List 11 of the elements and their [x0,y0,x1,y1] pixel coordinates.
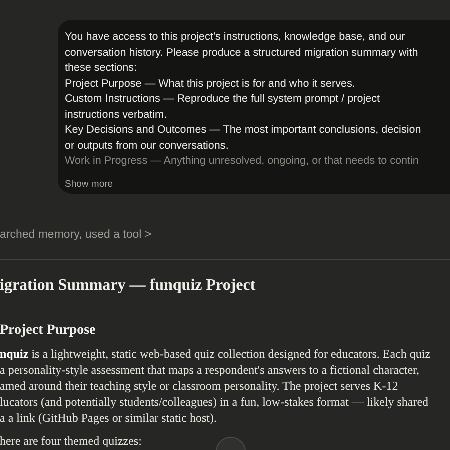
paragraph: here are four themed quizzes: [0,433,142,450]
prompt-text: Project Purpose — What this project is for and who it serves. [65,76,356,92]
prompt-text: Key Decisions and Outcomes — The most important conclusions, decision or outputs from our conversations. [65,123,422,154]
show-more-link[interactable]: Show more [65,178,114,192]
tool-summary-link[interactable]: arched memory, used a tool > [0,227,152,244]
prompt-text: You have access to this project's instructions, knowledge base, and our conversation history. Please produce a structured migration summary with these sections: [65,30,418,76]
response-title: igration Summary — funquiz Project [0,276,256,296]
prompt-text: Custom Instructions — Reproduce the full system prompt / project instructions verbatim. [65,92,380,122]
section-heading: Project Purpose [0,322,96,340]
prompt-text: Work in Progress — Anything unresolved, ongoing, or that needs to contin [65,154,419,169]
paragraph: nquiz is a lightweight, static web-based quiz collection designed for educators. Each quiz a personality-style assessment that maps a respondent's answers to a fictional character, amed around their teaching style or classroom personality. The project serves K-12 lucators (and potentially students/colleagues) in a fun, low-stakes format — likely shared a a link (GitHub Pages or similar static host). [0,346,431,426]
